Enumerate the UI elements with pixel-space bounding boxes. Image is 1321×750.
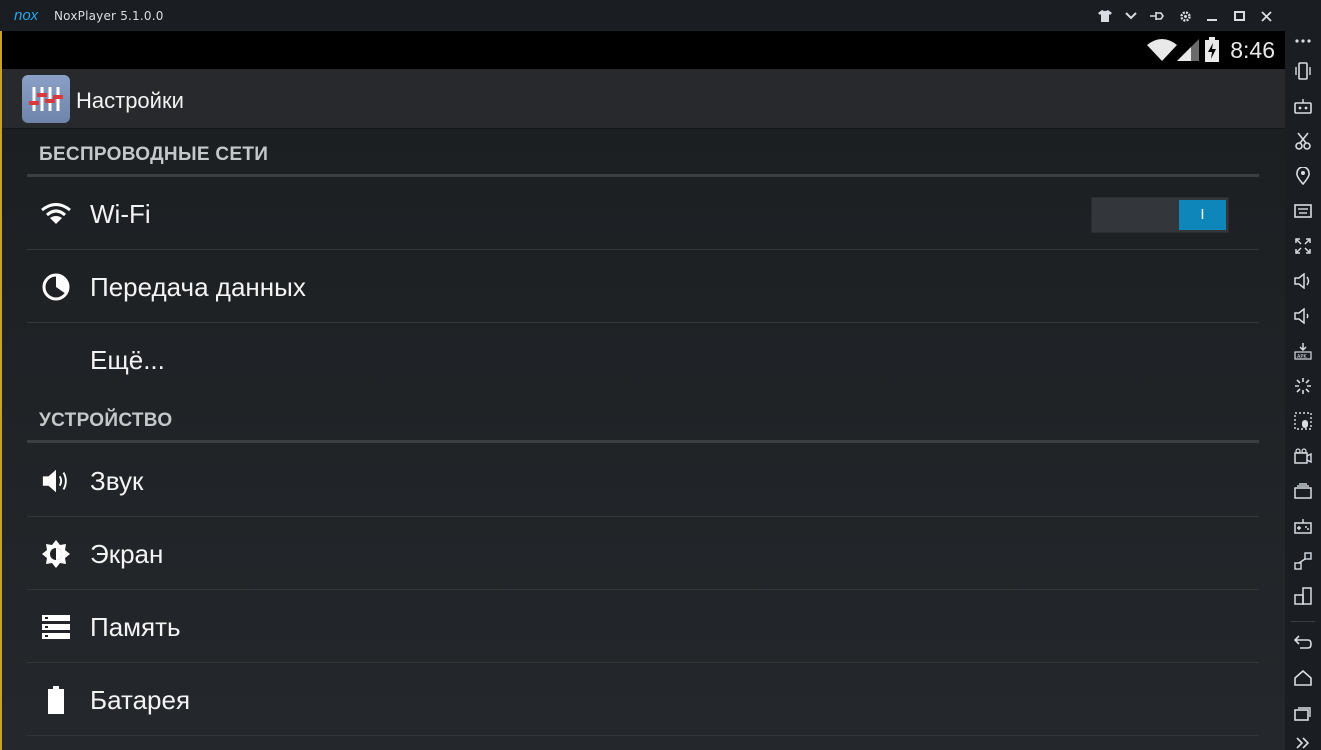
- action-bar: Настройки: [2, 69, 1285, 129]
- settings-item-label: Экран: [90, 539, 164, 569]
- settings-item-storage[interactable]: Память: [27, 590, 1259, 663]
- toggle-knob: I: [1179, 200, 1226, 230]
- home-icon[interactable]: [1293, 668, 1313, 688]
- data-usage-icon: [41, 272, 71, 302]
- volume-down-icon[interactable]: [1293, 306, 1313, 326]
- speaker-icon: [41, 466, 71, 496]
- page-title: Настройки: [76, 88, 184, 113]
- android-screen: 8:46 Настройки БЕСПРОВОДНЫЕ СЕТИ Wi-Fi I…: [2, 31, 1285, 750]
- volume-up-icon[interactable]: [1293, 271, 1313, 291]
- wifi-icon: [1147, 39, 1177, 66]
- more-icon[interactable]: [1293, 31, 1313, 51]
- settings-list: БЕСПРОВОДНЫЕ СЕТИ Wi-Fi I Передача данны…: [2, 129, 1285, 750]
- battery-icon: [41, 685, 71, 715]
- signal-icon: [1177, 39, 1199, 66]
- settings-item-sound[interactable]: Звук: [27, 444, 1259, 517]
- section-header-wireless: БЕСПРОВОДНЫЕ СЕТИ: [39, 144, 269, 165]
- settings-item-label: Батарея: [90, 685, 191, 715]
- settings-item-more[interactable]: Ещё...: [27, 323, 1259, 396]
- emulator-sidebar: APK: [1285, 0, 1321, 750]
- window-title: NoxPlayer 5.1.0.0: [54, 9, 164, 23]
- gear-icon[interactable]: [1176, 7, 1194, 25]
- settings-item-data-usage[interactable]: Передача данных: [27, 250, 1259, 323]
- section-header-device: УСТРОЙСТВО: [39, 410, 173, 431]
- apk-icon[interactable]: APK: [1293, 341, 1313, 361]
- sync-icon[interactable]: [1293, 551, 1313, 571]
- clock: 8:46: [1230, 37, 1275, 63]
- close-icon[interactable]: [1257, 7, 1275, 25]
- settings-item-display[interactable]: Экран: [27, 517, 1259, 590]
- settings-item-battery[interactable]: Батарея: [27, 663, 1259, 736]
- multi-window-icon[interactable]: [1293, 586, 1313, 606]
- svg-text:nox: nox: [14, 7, 39, 23]
- svg-text:APK: APK: [1297, 354, 1307, 360]
- section-wireless: БЕСПРОВОДНЫЕ СЕТИ: [27, 129, 1259, 177]
- settings-item-label: Память: [90, 612, 181, 642]
- multi-instance-icon[interactable]: [1293, 481, 1313, 501]
- fullscreen-icon[interactable]: [1293, 236, 1313, 256]
- macro-icon[interactable]: [1293, 411, 1313, 431]
- settings-item-label: Звук: [90, 466, 144, 496]
- settings-app-icon[interactable]: [22, 75, 70, 123]
- chevron-down-icon[interactable]: [1122, 7, 1140, 25]
- maximize-icon[interactable]: [1230, 7, 1248, 25]
- back-icon[interactable]: [1293, 632, 1313, 652]
- location-icon[interactable]: [1293, 166, 1313, 186]
- settings-item-label: Wi-Fi: [90, 199, 151, 229]
- battery-charging-icon: [1205, 37, 1219, 67]
- nox-logo: nox: [14, 7, 39, 23]
- video-icon[interactable]: [1293, 446, 1313, 466]
- wifi-toggle[interactable]: I: [1091, 197, 1229, 233]
- status-bar: 8:46: [2, 31, 1285, 69]
- shake-icon[interactable]: [1293, 61, 1313, 81]
- wifi-icon: [41, 199, 71, 229]
- scissors-icon[interactable]: [1293, 131, 1313, 151]
- settings-item-wifi[interactable]: Wi-Fi I: [27, 177, 1259, 250]
- section-divider: [27, 440, 1259, 443]
- section-device: УСТРОЙСТВО: [27, 395, 1259, 443]
- settings-item-label: Ещё...: [90, 345, 165, 375]
- minimize-icon[interactable]: [1203, 7, 1221, 25]
- recents-icon[interactable]: [1293, 703, 1313, 723]
- settings-item-label: Передача данных: [90, 272, 306, 302]
- brightness-icon: [41, 539, 71, 569]
- expand-icon[interactable]: [1293, 733, 1313, 750]
- title-bar: nox NoxPlayer 5.1.0.0: [0, 0, 1285, 31]
- pin-icon[interactable]: [1148, 7, 1166, 25]
- sidebar-divider: [1291, 621, 1315, 622]
- gamepad-icon[interactable]: [1293, 516, 1313, 536]
- loading-icon[interactable]: [1293, 376, 1313, 396]
- shirt-icon[interactable]: [1096, 7, 1114, 25]
- robot-icon[interactable]: [1293, 96, 1313, 116]
- keyboard-icon[interactable]: [1293, 201, 1313, 221]
- storage-icon: [41, 612, 71, 642]
